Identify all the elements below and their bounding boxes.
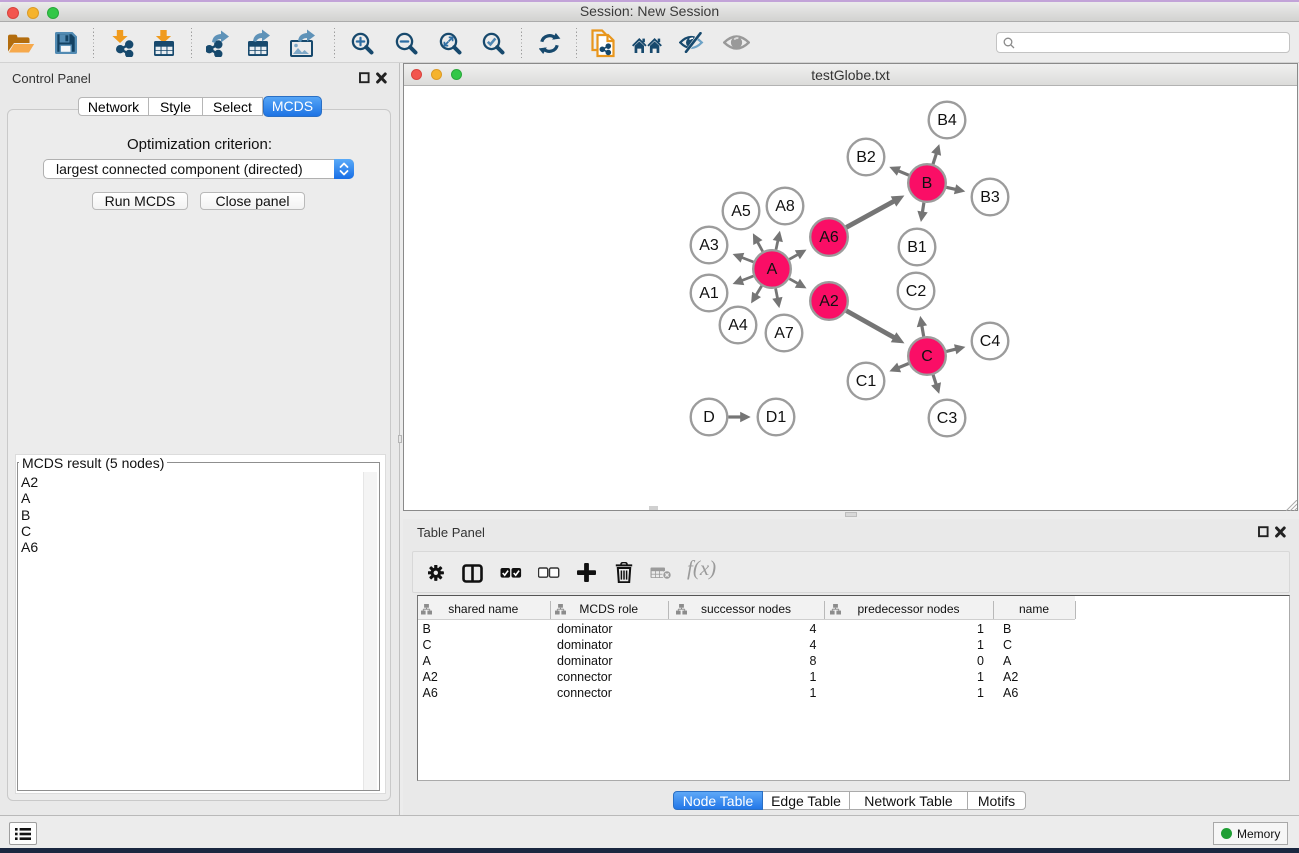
svg-text:A8: A8: [775, 198, 795, 215]
svg-text:B3: B3: [980, 189, 1000, 206]
svg-text:B: B: [922, 175, 933, 192]
svg-text:A: A: [767, 261, 778, 278]
svg-text:A5: A5: [731, 203, 751, 220]
svg-text:C2: C2: [906, 283, 927, 300]
svg-text:B4: B4: [937, 112, 957, 129]
svg-text:D1: D1: [766, 409, 787, 426]
svg-text:C1: C1: [856, 373, 877, 390]
svg-text:A2: A2: [819, 293, 839, 310]
svg-text:B1: B1: [907, 239, 927, 256]
svg-text:A4: A4: [728, 317, 748, 334]
svg-text:B2: B2: [856, 149, 876, 166]
svg-text:C3: C3: [937, 410, 958, 427]
svg-text:D: D: [703, 409, 715, 426]
svg-text:A3: A3: [699, 237, 719, 254]
svg-text:A6: A6: [819, 229, 839, 246]
svg-text:A1: A1: [699, 285, 719, 302]
svg-text:C: C: [921, 348, 933, 365]
svg-text:C4: C4: [980, 333, 1001, 350]
svg-text:A7: A7: [774, 325, 794, 342]
